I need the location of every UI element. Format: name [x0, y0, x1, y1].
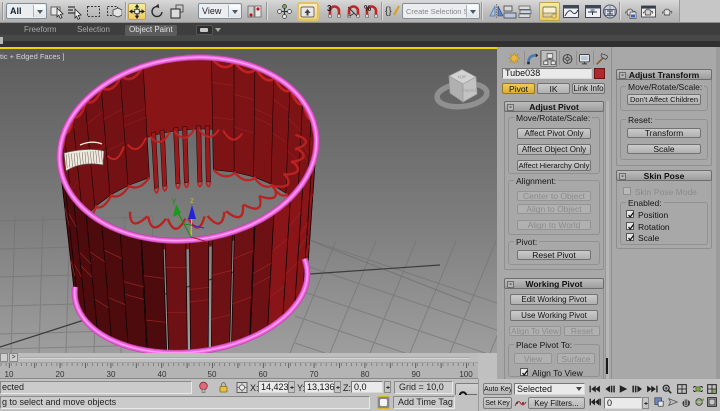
- svg-text:%: %: [364, 4, 371, 13]
- svg-text:TOP: TOP: [457, 74, 466, 80]
- svg-text:100: 100: [459, 370, 473, 379]
- svg-text:30: 30: [107, 370, 116, 379]
- svg-text:20: 20: [56, 370, 65, 379]
- svg-text:40: 40: [158, 370, 167, 379]
- svg-text:50: 50: [208, 370, 217, 379]
- svg-text:60: 60: [259, 370, 268, 379]
- svg-text:{}: {}: [385, 6, 392, 17]
- svg-text:FRONT: FRONT: [463, 88, 478, 94]
- svg-text:80: 80: [361, 370, 370, 379]
- svg-text:70: 70: [310, 370, 319, 379]
- svg-text:90: 90: [412, 370, 421, 379]
- svg-text:y: y: [172, 196, 176, 205]
- svg-text:3: 3: [327, 4, 332, 13]
- svg-text:10: 10: [5, 370, 14, 379]
- svg-text:z: z: [190, 196, 194, 205]
